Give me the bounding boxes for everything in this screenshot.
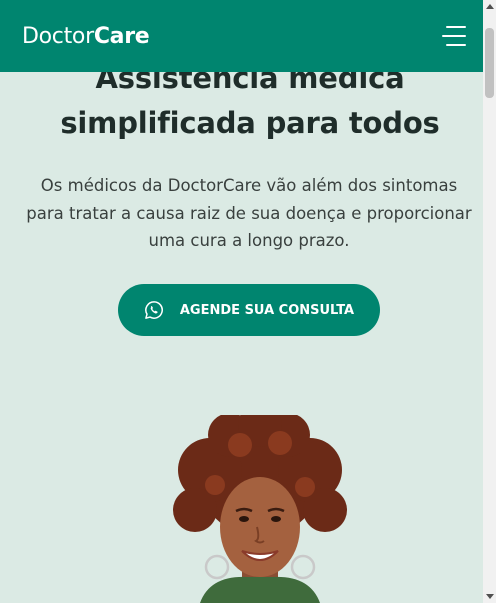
logo-prefix: Doctor [22, 23, 94, 49]
cta-label: AGENDE SUA CONSULTA [179, 302, 355, 318]
page-scrollbar[interactable] [483, 0, 496, 603]
logo-suffix: Care [93, 23, 150, 49]
hamburger-menu-icon[interactable] [442, 26, 466, 46]
whatsapp-icon [144, 301, 163, 319]
scroll-up-arrow-icon[interactable] [486, 4, 494, 9]
site-header: DoctorCare [0, 0, 483, 72]
hero-description: Os médicos da DoctorCare vão além dos si… [26, 176, 472, 250]
menu-line-middle [442, 35, 466, 37]
menu-line-bottom [446, 44, 466, 46]
schedule-appointment-button[interactable]: AGENDE SUA CONSULTA [118, 284, 380, 336]
scrollbar-thumb[interactable] [485, 28, 494, 98]
doctor-portrait-image [173, 415, 347, 603]
hero-section: Assistência médica simplificada para tod… [0, 0, 483, 603]
menu-line-top [446, 26, 466, 28]
logo[interactable]: DoctorCare [22, 23, 150, 49]
scroll-down-arrow-icon[interactable] [486, 594, 494, 599]
